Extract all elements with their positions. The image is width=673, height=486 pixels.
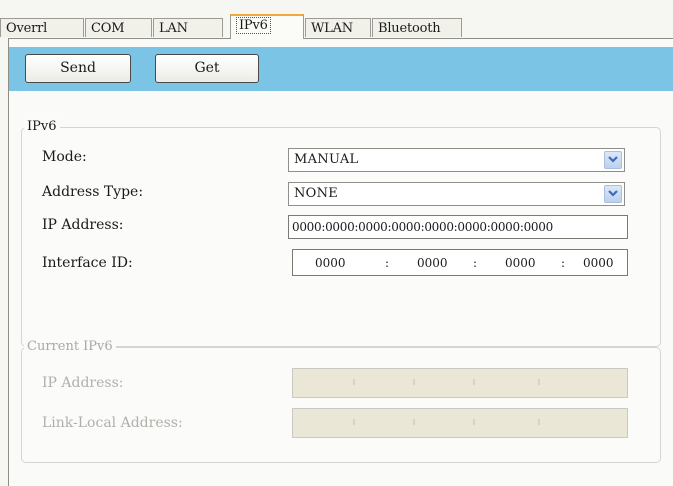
mode-label: Mode: [42,149,87,165]
ipv6-panel: Send Get IPv6 Mode: MANUAL Address Type:… [8,38,673,486]
tab-label: COM [91,21,125,36]
address-type-value: NONE [294,186,339,201]
interface-id-part[interactable]: 0000 [583,255,614,271]
link-local-address-field [292,408,628,438]
ip-address-input[interactable]: 0000:0000:0000:0000:0000:0000:0000:0000 [288,215,628,239]
address-type-label: Address Type: [42,184,144,200]
ipv6-group-title: IPv6 [24,118,60,136]
separator: : [561,256,566,270]
interface-id-input[interactable]: 0000 : 0000 : 0000 : 0000 [292,249,628,276]
current-ipv6-group: Current IPv6 IP Address: Link-Local Addr… [21,338,661,463]
tab-label: Overrl [6,21,48,36]
chevron-down-icon[interactable] [604,185,622,203]
tab-overall[interactable]: Overrl [0,18,84,37]
address-type-select[interactable]: NONE [288,182,625,206]
tab-bar: Overrl COM LAN IPv6 WLAN Bluetooth [0,0,673,39]
tab-wlan[interactable]: WLAN [305,18,371,37]
tab-label: Bluetooth [378,21,441,36]
interface-id-label: Interface ID: [42,255,133,271]
tab-com[interactable]: COM [85,18,152,37]
send-button[interactable]: Send [25,54,131,83]
chevron-down-icon[interactable] [604,151,622,169]
tab-label: IPv6 [236,17,271,34]
tab-lan[interactable]: LAN [153,18,223,37]
separator: : [385,256,390,270]
interface-id-part[interactable]: 0000 [505,255,536,271]
tab-label: WLAN [311,21,353,36]
current-ip-address-field [292,368,628,398]
separator: : [473,256,478,270]
ip-address-label: IP Address: [42,217,124,233]
mode-value: MANUAL [294,152,359,167]
interface-id-part[interactable]: 0000 [417,255,448,271]
get-button[interactable]: Get [155,54,259,83]
current-ipv6-group-title: Current IPv6 [24,338,116,356]
tab-label: LAN [159,21,188,36]
current-ip-address-label: IP Address: [42,375,124,391]
link-local-address-label: Link-Local Address: [42,415,183,431]
interface-id-part[interactable]: 0000 [315,255,346,271]
mode-select[interactable]: MANUAL [288,148,625,172]
tab-bluetooth[interactable]: Bluetooth [372,18,462,37]
ipv6-group: IPv6 Mode: MANUAL Address Type: NONE IP … [21,118,661,347]
toolbar: Send Get [9,47,673,91]
tab-ipv6[interactable]: IPv6 [230,14,304,39]
